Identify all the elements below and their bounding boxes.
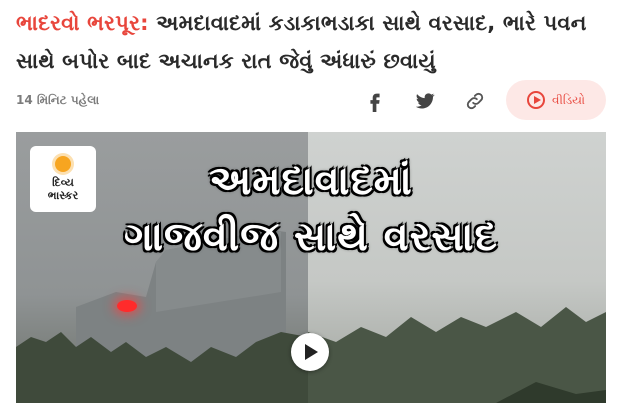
headline-kicker[interactable]: ભાદરવો ભરપૂર: xyxy=(16,11,149,35)
time-ago: 14 મિનિટ પહેલા xyxy=(16,93,100,107)
red-light xyxy=(117,300,137,312)
article-meta-row: 14 મિનિટ પહેલા વીડિયો xyxy=(16,80,606,122)
link-icon[interactable] xyxy=(464,90,486,112)
video-button-label: વીડિયો xyxy=(551,92,586,107)
play-icon[interactable] xyxy=(291,333,329,371)
overlay-title-line1: અમદાવાદમાં xyxy=(209,158,413,204)
twitter-icon[interactable] xyxy=(414,90,436,112)
overlay-title-line2: ગાજવીજ સાથે વરસાદ xyxy=(124,214,498,260)
play-circle-icon xyxy=(526,91,545,109)
facebook-icon[interactable] xyxy=(364,90,386,112)
article-headline: ભાદરવો ભરપૂર: અમદાવાદમાં કડાકાભડાકા સાથે… xyxy=(16,4,606,80)
video-thumbnail[interactable]: દિવ્ય ભાસ્કર અમદાવાદમાં ગાજવીજ સાથે વરસા… xyxy=(16,132,606,403)
video-button[interactable]: વીડિયો xyxy=(506,80,606,120)
